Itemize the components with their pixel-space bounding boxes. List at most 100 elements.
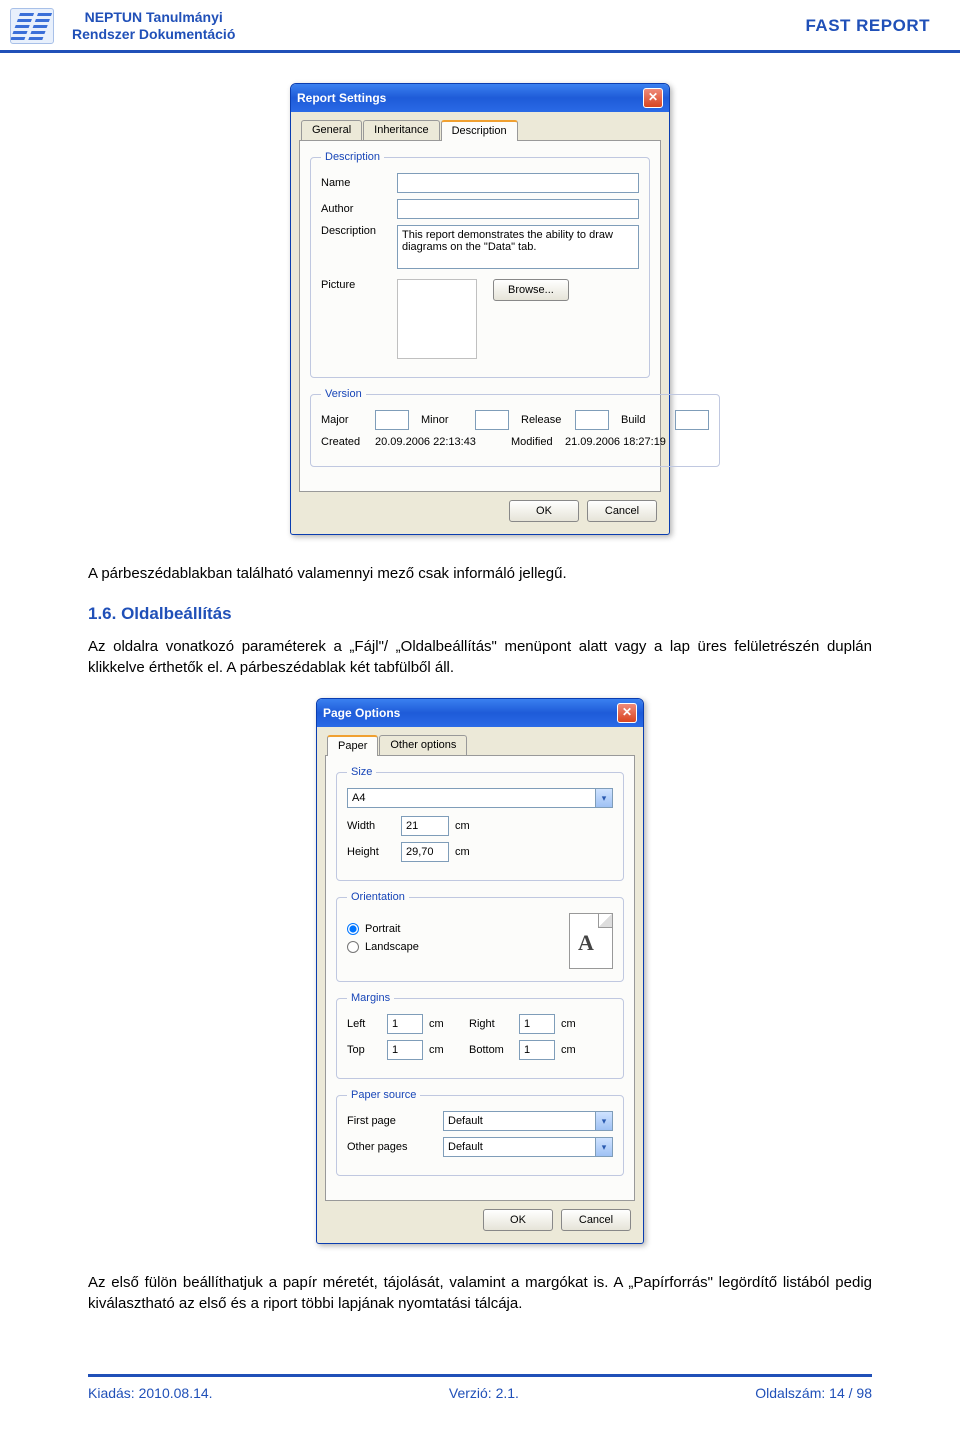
build-label: Build	[621, 414, 669, 426]
unit-cm: cm	[455, 846, 470, 858]
size-legend: Size	[347, 766, 376, 778]
footer-right: Oldalszám: 14 / 98	[755, 1385, 872, 1401]
margins-group: Margins Left cm Right cm Top cm Bottom	[336, 992, 624, 1079]
orientation-preview-icon: A	[569, 913, 613, 969]
paper-size-combo[interactable]: A4 ▾	[347, 788, 613, 808]
section-heading: 1.6. Oldalbeállítás	[88, 604, 872, 624]
description-legend: Description	[321, 151, 384, 163]
author-field[interactable]	[397, 199, 639, 219]
first-page-value: Default	[448, 1115, 483, 1127]
top-label: Top	[347, 1044, 381, 1056]
tab-other-options[interactable]: Other options	[379, 735, 467, 756]
margins-legend: Margins	[347, 992, 394, 1004]
orientation-glyph: A	[578, 930, 594, 956]
doc-header-right: FAST REPORT	[805, 16, 930, 36]
width-field[interactable]	[401, 816, 449, 836]
minor-field[interactable]	[475, 410, 509, 430]
width-label: Width	[347, 820, 395, 832]
page-options-dialog: Page Options ✕ Paper Other options Size …	[316, 698, 644, 1244]
picture-label: Picture	[321, 279, 391, 291]
report-settings-dialog: Report Settings ✕ General Inheritance De…	[290, 83, 670, 535]
landscape-radio[interactable]	[347, 941, 359, 953]
description-group: Description Name Author Description This…	[310, 151, 650, 378]
created-label: Created	[321, 436, 369, 448]
dialog1-tabstrip: General Inheritance Description	[299, 120, 661, 141]
version-legend: Version	[321, 388, 366, 400]
doc-header: NEPTUN Tanulmányi Rendszer Dokumentáció …	[0, 0, 960, 53]
paragraph-3: Az első fülön beállíthatjuk a papír mére…	[88, 1272, 872, 1314]
close-icon[interactable]: ✕	[643, 88, 663, 108]
other-pages-value: Default	[448, 1141, 483, 1153]
unit-cm: cm	[455, 820, 470, 832]
content: Report Settings ✕ General Inheritance De…	[0, 53, 960, 1354]
close-icon[interactable]: ✕	[617, 703, 637, 723]
dialog2-panel: Size A4 ▾ Width cm Height cm	[325, 755, 635, 1201]
portrait-label: Portrait	[365, 923, 400, 935]
chevron-down-icon: ▾	[595, 1112, 612, 1130]
created-value: 20.09.2006 22:13:43	[375, 436, 505, 448]
doc-title-line1: NEPTUN Tanulmányi	[72, 9, 235, 26]
paper-size-value: A4	[352, 792, 365, 804]
paragraph-1: A párbeszédablakban található valamennyi…	[88, 563, 872, 584]
right-label: Right	[469, 1018, 513, 1030]
major-field[interactable]	[375, 410, 409, 430]
cancel-button[interactable]: Cancel	[561, 1209, 631, 1231]
unit-cm: cm	[561, 1018, 576, 1030]
height-field[interactable]	[401, 842, 449, 862]
other-pages-combo[interactable]: Default ▾	[443, 1137, 613, 1157]
picture-preview	[397, 279, 477, 359]
doc-title-line2: Rendszer Dokumentáció	[72, 26, 235, 43]
name-label: Name	[321, 177, 391, 189]
right-field[interactable]	[519, 1014, 555, 1034]
first-page-label: First page	[347, 1115, 437, 1127]
version-group: Version Major Minor Release Build Create…	[310, 388, 720, 467]
ok-button[interactable]: OK	[483, 1209, 553, 1231]
bottom-label: Bottom	[469, 1044, 513, 1056]
first-page-combo[interactable]: Default ▾	[443, 1111, 613, 1131]
paper-source-legend: Paper source	[347, 1089, 420, 1101]
orientation-group: Orientation Portrait Landscape	[336, 891, 624, 982]
top-field[interactable]	[387, 1040, 423, 1060]
paper-source-group: Paper source First page Default ▾ Other …	[336, 1089, 624, 1176]
description-label: Description	[321, 225, 391, 237]
footer-center: Verzió: 2.1.	[449, 1385, 519, 1401]
paragraph-2: Az oldalra vonatkozó paraméterek a „Fájl…	[88, 636, 872, 678]
tab-general[interactable]: General	[301, 120, 362, 141]
dialog1-title-bar[interactable]: Report Settings ✕	[291, 84, 669, 112]
left-field[interactable]	[387, 1014, 423, 1034]
dialog1-panel: Description Name Author Description This…	[299, 140, 661, 492]
landscape-label: Landscape	[365, 941, 419, 953]
footer-left: Kiadás: 2010.08.14.	[88, 1385, 213, 1401]
tab-paper[interactable]: Paper	[327, 735, 378, 756]
minor-label: Minor	[421, 414, 469, 426]
tab-inheritance[interactable]: Inheritance	[363, 120, 439, 141]
build-field[interactable]	[675, 410, 709, 430]
portrait-radio[interactable]	[347, 923, 359, 935]
chevron-down-icon: ▾	[595, 1138, 612, 1156]
ok-button[interactable]: OK	[509, 500, 579, 522]
tab-description[interactable]: Description	[441, 120, 518, 141]
modified-label: Modified	[511, 436, 559, 448]
doc-footer: Kiadás: 2010.08.14. Verzió: 2.1. Oldalsz…	[88, 1374, 872, 1401]
other-pages-label: Other pages	[347, 1141, 437, 1153]
description-field[interactable]: This report demonstrates the ability to …	[397, 225, 639, 269]
dialog2-title-bar[interactable]: Page Options ✕	[317, 699, 643, 727]
chevron-down-icon: ▾	[595, 789, 612, 807]
browse-button[interactable]: Browse...	[493, 279, 569, 301]
major-label: Major	[321, 414, 369, 426]
unit-cm: cm	[429, 1044, 453, 1056]
left-label: Left	[347, 1018, 381, 1030]
size-group: Size A4 ▾ Width cm Height cm	[336, 766, 624, 881]
bottom-field[interactable]	[519, 1040, 555, 1060]
name-field[interactable]	[397, 173, 639, 193]
height-label: Height	[347, 846, 395, 858]
doc-title: NEPTUN Tanulmányi Rendszer Dokumentáció	[72, 9, 235, 43]
dialog2-title: Page Options	[323, 706, 400, 720]
cancel-button[interactable]: Cancel	[587, 500, 657, 522]
unit-cm: cm	[429, 1018, 453, 1030]
release-label: Release	[521, 414, 569, 426]
neptun-logo-icon	[10, 8, 54, 44]
author-label: Author	[321, 203, 391, 215]
release-field[interactable]	[575, 410, 609, 430]
dialog2-tabstrip: Paper Other options	[325, 735, 635, 756]
